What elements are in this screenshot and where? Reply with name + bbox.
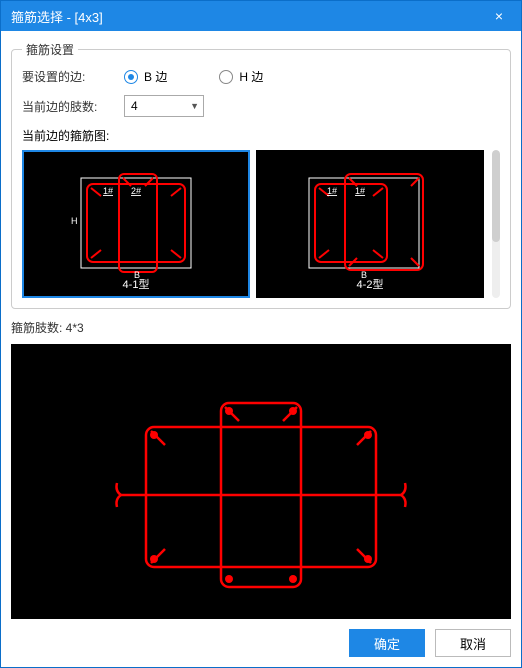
scrollbar-vertical[interactable]	[492, 150, 500, 298]
thumbs-wrap: 1# 2# H B 4-1型	[22, 150, 484, 298]
radio-h-edge[interactable]: H 边	[219, 68, 263, 85]
radio-b-label: B 边	[144, 68, 167, 85]
title-text: 箍筋选择 - [4x3]	[11, 7, 487, 26]
thumbs-scroller: 1# 2# H B 4-1型	[22, 150, 500, 298]
svg-text:2#: 2#	[131, 186, 141, 196]
footer: 确定 取消	[1, 619, 521, 667]
dialog-window: 箍筋选择 - [4x3] × 箍筋设置 要设置的边: B 边 H 边 当前边的肢…	[0, 0, 522, 668]
svg-text:1#: 1#	[355, 186, 365, 196]
thumb-caption: 4-2型	[258, 276, 482, 292]
radio-b-edge[interactable]: B 边	[124, 68, 167, 85]
close-icon[interactable]: ×	[487, 8, 511, 24]
radio-icon	[219, 70, 233, 84]
svg-text:H: H	[71, 216, 78, 226]
stirrup-thumb-4-2[interactable]: 1# 1# B 4-2型	[256, 150, 484, 298]
stirrup-count-summary: 箍筋肢数: 4*3	[11, 319, 511, 336]
diagram-label-row: 当前边的箍筋图:	[22, 127, 500, 144]
edge-label: 要设置的边:	[22, 68, 112, 85]
scrollbar-thumb[interactable]	[492, 150, 500, 242]
count-select[interactable]: 4 ▼	[124, 95, 204, 117]
diagram-label: 当前边的箍筋图:	[22, 127, 109, 144]
svg-text:1#: 1#	[103, 186, 113, 196]
edge-row: 要设置的边: B 边 H 边	[22, 68, 500, 85]
count-label: 当前边的肢数:	[22, 98, 112, 115]
cancel-button[interactable]: 取消	[435, 629, 511, 657]
radio-icon	[124, 70, 138, 84]
count-row: 当前边的肢数: 4 ▼	[22, 95, 500, 117]
ok-button[interactable]: 确定	[349, 629, 425, 657]
count-value: 4	[131, 99, 138, 113]
chevron-down-icon: ▼	[190, 101, 199, 111]
thumb-caption: 4-1型	[24, 276, 248, 292]
content-area: 箍筋设置 要设置的边: B 边 H 边 当前边的肢数: 4 ▼	[1, 31, 521, 619]
titlebar: 箍筋选择 - [4x3] ×	[1, 1, 521, 31]
preview-panel	[11, 344, 511, 619]
radio-h-label: H 边	[239, 68, 263, 85]
stirrup-group: 箍筋设置 要设置的边: B 边 H 边 当前边的肢数: 4 ▼	[11, 41, 511, 309]
stirrup-thumb-4-1[interactable]: 1# 2# H B 4-1型	[22, 150, 250, 298]
group-legend: 箍筋设置	[22, 41, 78, 58]
svg-text:1#: 1#	[327, 186, 337, 196]
